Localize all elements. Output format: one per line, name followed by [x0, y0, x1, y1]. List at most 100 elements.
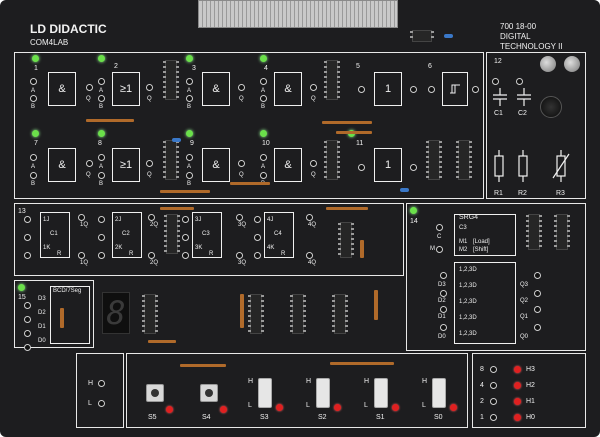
- output-jack[interactable]: [490, 414, 497, 421]
- input-jack-a[interactable]: [30, 78, 37, 85]
- output-weight: 1: [480, 414, 484, 421]
- bcd-decoder-block: BCD/7Seg: [50, 286, 90, 344]
- jack[interactable]: [148, 252, 155, 259]
- output-jack-q[interactable]: [238, 84, 245, 91]
- jack[interactable]: [306, 214, 313, 221]
- input-jack-a[interactable]: [186, 154, 193, 161]
- output-jack-q[interactable]: [86, 84, 93, 91]
- jack[interactable]: [534, 324, 541, 331]
- jack[interactable]: [516, 78, 523, 85]
- input-jack-a[interactable]: [428, 86, 435, 93]
- output-jack-q[interactable]: [310, 84, 317, 91]
- resistor-symbol-r1: [494, 150, 504, 182]
- resistor: [148, 340, 176, 343]
- input-jack-b[interactable]: [186, 172, 193, 179]
- resistor: [326, 207, 368, 210]
- output-jack-q[interactable]: [310, 160, 317, 167]
- output-jack-q[interactable]: [146, 160, 153, 167]
- input-jack-a[interactable]: [98, 78, 105, 85]
- input-jack-b[interactable]: [260, 172, 267, 179]
- output-led-h2: [514, 382, 521, 389]
- shift-register-ic-chip: [526, 214, 542, 250]
- jack[interactable]: [440, 290, 447, 297]
- jack[interactable]: [24, 252, 31, 259]
- output-jack[interactable]: [490, 398, 497, 405]
- output-name: H0: [526, 414, 535, 421]
- resistor-symbol-r2: [518, 150, 528, 182]
- input-jack-b[interactable]: [30, 172, 37, 179]
- jack[interactable]: [24, 344, 31, 351]
- input-jack-a[interactable]: [98, 154, 105, 161]
- gate-number: 10: [262, 140, 270, 147]
- jack[interactable]: [24, 216, 31, 223]
- jack[interactable]: [236, 214, 243, 221]
- jack[interactable]: [98, 252, 105, 259]
- input-jack-a[interactable]: [358, 164, 365, 171]
- com4lab-digital-board: LD DIDACTIC COM4LAB 700 18-00 DIGITAL TE…: [0, 0, 600, 437]
- input-jack-b[interactable]: [186, 95, 193, 102]
- jack[interactable]: [440, 272, 447, 279]
- output-jack[interactable]: [490, 366, 497, 373]
- pin-label-b: B: [31, 181, 36, 187]
- logic-ic-chip: [163, 60, 179, 100]
- output-jack-q[interactable]: [238, 160, 245, 167]
- input-jack-b[interactable]: [98, 95, 105, 102]
- jack[interactable]: [492, 78, 499, 85]
- resistor: [336, 131, 372, 134]
- input-jack-a[interactable]: [358, 86, 365, 93]
- jack[interactable]: [534, 306, 541, 313]
- output-jack-q[interactable]: [86, 160, 93, 167]
- jack[interactable]: [78, 214, 85, 221]
- jack[interactable]: [148, 214, 155, 221]
- jack[interactable]: [306, 252, 313, 259]
- push-button-s5[interactable]: [146, 384, 164, 402]
- jack[interactable]: [254, 216, 261, 223]
- jack[interactable]: [534, 290, 541, 297]
- input-jack-b[interactable]: [30, 95, 37, 102]
- jack[interactable]: [254, 252, 261, 259]
- and-gate-symbol: &: [48, 72, 76, 106]
- input-jack-a[interactable]: [260, 154, 267, 161]
- jack[interactable]: [78, 252, 85, 259]
- output-led-h0: [514, 414, 521, 421]
- input-jack-a[interactable]: [186, 78, 193, 85]
- potentiometer-knob[interactable]: [540, 96, 562, 118]
- bcd-input-d2: D2: [38, 310, 46, 316]
- jack[interactable]: [236, 252, 243, 259]
- input-jack-a[interactable]: [30, 154, 37, 161]
- jack[interactable]: [24, 302, 31, 309]
- input-jack-a[interactable]: [260, 78, 267, 85]
- output-jack-q[interactable]: [410, 86, 417, 93]
- push-button-s4[interactable]: [200, 384, 218, 402]
- toggle-switch-s0[interactable]: [432, 378, 446, 408]
- jk-flipflop-2: 2J C2 2K R: [112, 212, 142, 258]
- input-jack-b[interactable]: [260, 95, 267, 102]
- toggle-switch-s1[interactable]: [374, 378, 388, 408]
- jack[interactable]: [24, 330, 31, 337]
- pin-label-a: A: [99, 88, 104, 94]
- input-jack-b[interactable]: [98, 172, 105, 179]
- jack[interactable]: [534, 272, 541, 279]
- jack[interactable]: [24, 316, 31, 323]
- toggle-switch-s3[interactable]: [258, 378, 272, 408]
- mode-jack[interactable]: [436, 246, 443, 253]
- jack[interactable]: [440, 324, 447, 331]
- jack[interactable]: [182, 252, 189, 259]
- toggle-switch-s2[interactable]: [316, 378, 330, 408]
- jack[interactable]: [182, 234, 189, 241]
- clock-jack[interactable]: [436, 224, 443, 231]
- jack[interactable]: [24, 234, 31, 241]
- low-level-jack[interactable]: [98, 400, 105, 407]
- jack[interactable]: [254, 234, 261, 241]
- jack[interactable]: [98, 216, 105, 223]
- output-jack-q[interactable]: [146, 84, 153, 91]
- electrolytic-capacitor: [540, 56, 556, 72]
- jack[interactable]: [182, 216, 189, 223]
- section-number: 12: [494, 58, 502, 65]
- output-jack-q[interactable]: [410, 164, 417, 171]
- jack[interactable]: [440, 306, 447, 313]
- output-jack[interactable]: [490, 382, 497, 389]
- jack[interactable]: [98, 234, 105, 241]
- output-jack-q[interactable]: [472, 86, 479, 93]
- high-level-jack[interactable]: [98, 380, 105, 387]
